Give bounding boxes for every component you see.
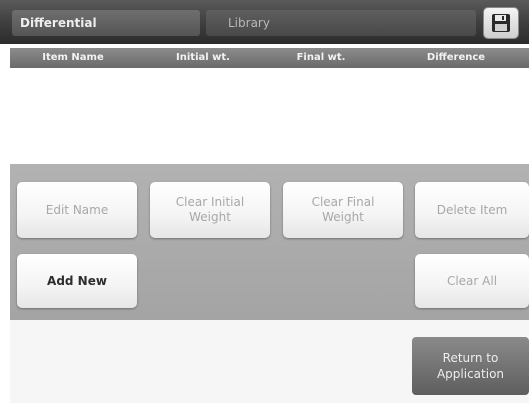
- differential-weighing-screen: Differential Library Item Name Initial w…: [0, 0, 529, 403]
- delete-item-button[interactable]: Delete Item: [415, 182, 529, 238]
- clear-initial-weight-button[interactable]: Clear Initial Weight: [150, 182, 270, 238]
- edit-name-button[interactable]: Edit Name: [17, 182, 137, 238]
- tab-library[interactable]: Library: [206, 10, 476, 36]
- column-header-difference: Difference: [426, 52, 486, 63]
- column-header-final-wt: Final wt.: [296, 52, 346, 63]
- header-tab-bar: Differential Library: [0, 0, 529, 44]
- add-new-button[interactable]: Add New: [17, 254, 137, 308]
- return-to-application-button[interactable]: Return to Application: [412, 337, 529, 395]
- save-disk-icon: [492, 14, 510, 32]
- column-header-initial-wt: Initial wt.: [176, 52, 230, 63]
- save-button[interactable]: [484, 8, 518, 38]
- tab-differential[interactable]: Differential: [12, 10, 200, 36]
- item-list[interactable]: [10, 68, 529, 162]
- table-header: Item Name Initial wt. Final wt. Differen…: [10, 48, 529, 68]
- clear-final-weight-button[interactable]: Clear Final Weight: [283, 182, 403, 238]
- clear-all-button[interactable]: Clear All: [415, 254, 529, 308]
- column-header-item-name: Item Name: [42, 52, 104, 63]
